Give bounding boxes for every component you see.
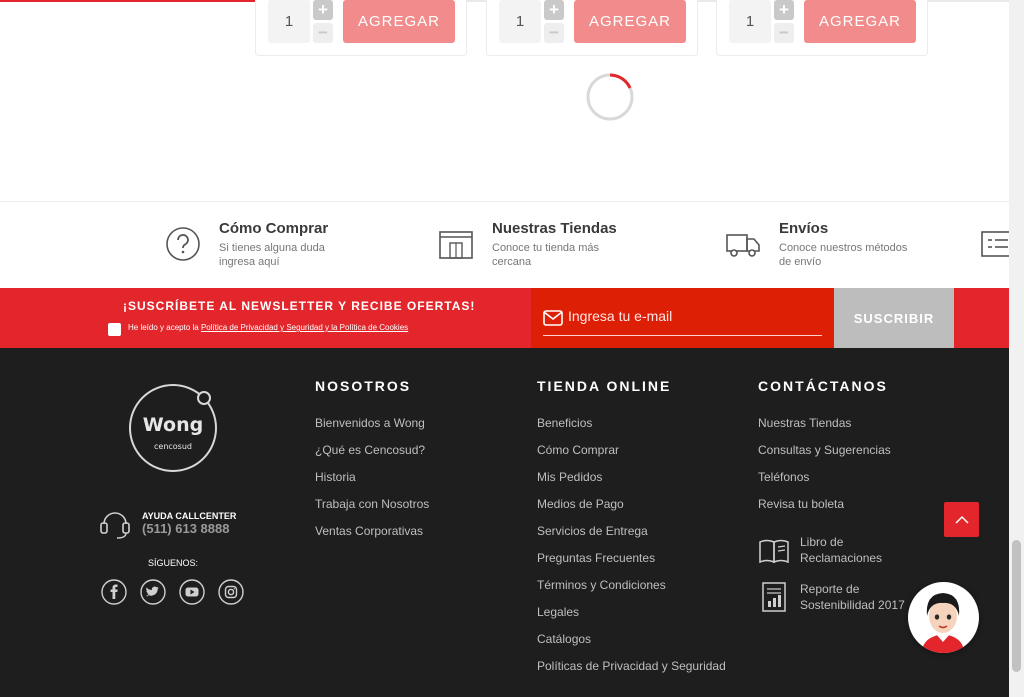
info-stores[interactable]: Nuestras Tiendas Conoce tu tienda más ce… [438,220,622,269]
info-title: Envíos [779,220,829,237]
headset-icon [100,512,130,539]
back-to-top-button[interactable] [944,502,979,537]
info-shipping[interactable]: Envíos Conoce nuestros métodos de envío [725,220,909,269]
footer-link[interactable]: Términos y Condiciones [537,578,726,605]
footer-link[interactable]: Trabaja con Nosotros [315,497,429,524]
minus-icon[interactable]: − [544,23,564,43]
complaints-book-link[interactable]: Libro de Reclamaciones [758,534,920,581]
info-bar: Cómo Comprar Si tienes alguna duda ingre… [0,201,1015,288]
minus-icon[interactable]: − [313,23,333,43]
add-to-cart-button[interactable]: AGREGAR [343,0,455,43]
chat-assistant-avatar[interactable] [908,582,979,653]
footer-link[interactable]: Historia [315,470,429,497]
minus-icon[interactable]: − [774,23,794,43]
footer-link[interactable]: Ventas Corporativas [315,524,429,551]
svg-text:cencosud: cencosud [154,442,192,451]
info-how-to-buy[interactable]: Cómo Comprar Si tienes alguna duda ingre… [165,220,349,269]
info-subtitle: Conoce tu tienda más cercana [492,242,600,268]
plus-icon[interactable]: + [313,0,333,20]
email-placeholder: Ingresa tu e-mail [568,308,673,324]
follow-label: SÍGUENOS: [148,558,199,568]
plus-icon[interactable]: + [774,0,794,20]
product-card: 1 + − AGREGAR [486,0,698,56]
footer-link[interactable]: Catálogos [537,632,726,659]
footer: Wong cencosud AYUDA CALLCENTER (511) 613… [0,348,1009,697]
question-icon [166,227,200,261]
page: 1 + − AGREGAR 1 + − AGREGAR 1 + − AGREGA… [0,0,1024,697]
footer-link[interactable]: Preguntas Frecuentes [537,551,726,578]
footer-link[interactable]: Legales [537,605,726,632]
footer-link[interactable]: Revisa tu boleta [758,497,920,524]
subscribe-button[interactable]: SUSCRIBIR [834,288,954,348]
mail-icon [543,310,563,326]
info-subtitle: Si tienes alguna duda ingresa aquí [219,242,325,268]
report-icon [762,582,786,612]
footer-link[interactable]: Consultas y Sugerencias [758,443,920,470]
add-to-cart-button[interactable]: AGREGAR [804,0,916,43]
assistant-avatar-icon [922,593,964,653]
terms-checkbox[interactable] [108,323,121,336]
product-card: 1 + − AGREGAR [255,0,467,56]
quantity-field[interactable]: 1 [729,0,771,43]
footer-col-contactanos: CONTÁCTANOS Nuestras Tiendas Consultas y… [758,378,920,628]
complaints-book-label: Libro de Reclamaciones [800,535,883,565]
newsletter-section: ¡SUSCRÍBETE AL NEWSLETTER Y RECIBE OFERT… [0,288,1009,348]
footer-link[interactable]: Teléfonos [758,470,920,497]
chevron-up-icon [954,515,969,524]
email-field[interactable]: Ingresa tu e-mail [531,288,834,348]
footer-col-title: NOSOTROS [315,378,412,394]
store-icon [439,231,473,259]
quantity-field[interactable]: 1 [499,0,541,43]
footer-link[interactable]: Cómo Comprar [537,443,726,470]
footer-col-nosotros: NOSOTROS Bienvenidos a Wong ¿Qué es Cenc… [315,378,429,551]
sustainability-report-link[interactable]: Reporte de Sostenibilidad 2017 [758,581,920,628]
info-subtitle: Conoce nuestros métodos de envío [779,242,908,268]
terms-text: He leído y acepto la Política de Privaci… [128,323,409,332]
footer-link[interactable]: Servicios de Entrega [537,524,726,551]
callcenter-label: AYUDA CALLCENTER [142,510,237,521]
footer-link[interactable]: Beneficios [537,416,726,443]
book-icon [759,539,789,564]
footer-link[interactable]: Medios de Pago [537,497,726,524]
scrollbar-thumb[interactable] [1012,540,1021,672]
footer-link[interactable]: Nuestras Tiendas [758,416,920,443]
footer-link[interactable]: Mis Pedidos [537,470,726,497]
wong-logo[interactable]: Wong cencosud [128,383,218,473]
quantity-field[interactable]: 1 [268,0,310,43]
truck-icon [726,234,760,257]
add-to-cart-button[interactable]: AGREGAR [574,0,686,43]
callcenter-phone[interactable]: (511) 613 8888 [142,521,236,536]
loading-spinner-icon [586,73,634,121]
footer-col-title: TIENDA ONLINE [537,378,672,394]
product-card: 1 + − AGREGAR [716,0,928,56]
instagram-icon[interactable] [218,579,244,605]
footer-col-tienda-online: TIENDA ONLINE Beneficios Cómo Comprar Mi… [537,378,726,686]
svg-text:Wong: Wong [143,414,203,436]
plus-icon[interactable]: + [544,0,564,20]
twitter-icon[interactable] [140,579,166,605]
facebook-icon[interactable] [101,579,127,605]
privacy-link[interactable]: Política de Privacidad y Seguridad y la … [201,323,408,332]
footer-link[interactable]: Bienvenidos a Wong [315,416,429,443]
footer-link[interactable]: Políticas de Privacidad y Seguridad [537,659,726,686]
sustainability-report-label: Reporte de Sostenibilidad 2017 [800,582,905,612]
footer-col-title: CONTÁCTANOS [758,378,888,394]
callcenter: AYUDA CALLCENTER (511) 613 8888 [98,506,236,540]
info-title: Nuestras Tiendas [492,220,617,237]
newsletter-title: ¡SUSCRÍBETE AL NEWSLETTER Y RECIBE OFERT… [123,299,476,313]
footer-link[interactable]: ¿Qué es Cencosud? [315,443,429,470]
youtube-icon[interactable] [179,579,205,605]
info-title: Cómo Comprar [219,220,329,237]
